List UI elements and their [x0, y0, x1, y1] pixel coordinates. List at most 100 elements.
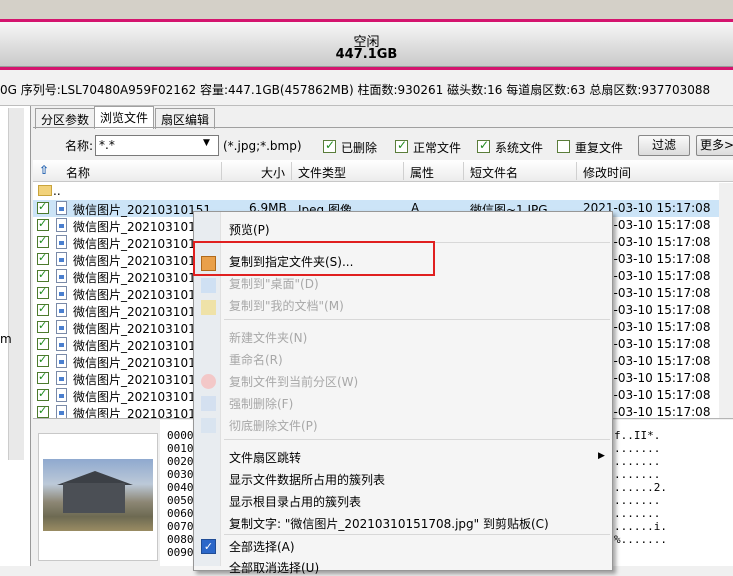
- row-file-name: 微信图片_2021031015: [73, 339, 204, 353]
- menu-item-select-all[interactable]: 全部选择(A): [229, 538, 295, 555]
- hex-offset: 0030: [167, 468, 194, 481]
- jpeg-file-icon: [56, 201, 67, 215]
- duplicate-files-checkbox[interactable]: [557, 140, 570, 153]
- tree-fragment-text: m: [0, 332, 12, 346]
- hex-ascii: .......: [614, 455, 661, 468]
- tree-scrollbar[interactable]: [8, 108, 24, 460]
- jpeg-file-icon: [56, 303, 67, 317]
- system-files-checkbox[interactable]: [477, 138, 490, 153]
- folder-icon: [38, 185, 52, 196]
- filter-button[interactable]: 过滤: [638, 135, 690, 156]
- row-checkbox[interactable]: [37, 319, 49, 333]
- jpeg-file-icon: [56, 235, 67, 249]
- row-file-name: 微信图片_2021031015: [73, 271, 204, 285]
- normal-files-checkbox[interactable]: [395, 138, 408, 153]
- tab-sector-edit[interactable]: 扇区编辑: [155, 108, 216, 129]
- jpeg-file-icon: [56, 354, 67, 368]
- hex-offset: 0060: [167, 507, 194, 520]
- image-preview-thumbnail: [43, 459, 153, 531]
- deleted-checkbox-label: 已删除: [341, 141, 378, 155]
- documents-icon: [201, 300, 216, 315]
- duplicate-files-checkbox-label: 重复文件: [575, 141, 624, 155]
- row-checkbox[interactable]: [37, 200, 49, 214]
- row-file-name: 微信图片_2021031015: [73, 288, 204, 302]
- row-checkbox[interactable]: [37, 268, 49, 282]
- normal-files-checkbox-label: 正常文件: [413, 141, 462, 155]
- system-files-checkbox-label: 系统文件: [495, 141, 544, 155]
- filter-extensions: (*.jpg;*.bmp): [223, 139, 302, 153]
- row-checkbox[interactable]: [37, 353, 49, 367]
- menu-item-copy-to-partition[interactable]: 复制文件到当前分区(W): [229, 373, 358, 390]
- hex-ascii: .......: [614, 507, 661, 520]
- jpeg-file-icon: [56, 405, 67, 419]
- up-arrow-icon[interactable]: ⇧: [39, 163, 49, 177]
- hex-offset: 0000: [167, 429, 194, 442]
- jpeg-file-icon: [56, 286, 67, 300]
- row-checkbox[interactable]: [37, 404, 49, 418]
- file-list-scrollbar[interactable]: [719, 183, 733, 418]
- menu-item-copy-to-documents[interactable]: 复制到"我的文档"(M): [229, 297, 344, 314]
- submenu-arrow-icon: ▶: [598, 451, 605, 461]
- hex-offset: 0040: [167, 481, 194, 494]
- row-checkbox[interactable]: [37, 387, 49, 401]
- col-modified[interactable]: 修改时间: [583, 164, 631, 181]
- hex-ascii: .......: [614, 494, 661, 507]
- jpeg-file-icon: [56, 252, 67, 266]
- hex-ascii: ......2.: [614, 481, 667, 494]
- row-checkbox[interactable]: [37, 234, 49, 248]
- menu-item-sector-jump[interactable]: 文件扇区跳转: [229, 449, 301, 466]
- more-button[interactable]: 更多>>: [696, 135, 733, 156]
- parent-dir-row[interactable]: ..: [33, 183, 733, 200]
- col-type[interactable]: 文件类型: [298, 164, 346, 181]
- row-file-name: 微信图片_2021031015: [73, 373, 204, 387]
- menu-item-permanent-delete[interactable]: 彻底删除文件(P): [229, 417, 318, 434]
- select-all-icon: ✓: [201, 539, 216, 554]
- jpeg-file-icon: [56, 320, 67, 334]
- parent-dir-label: ..: [53, 184, 61, 198]
- hex-offset: 0020: [167, 455, 194, 468]
- row-file-name: 微信图片_2021031015: [73, 356, 204, 370]
- disk-info-text: 0G 序列号:LSL70480A959F02162 容量:447.1GB(457…: [0, 83, 711, 97]
- col-short-name[interactable]: 短文件名: [470, 164, 518, 181]
- row-checkbox[interactable]: [37, 336, 49, 350]
- row-checkbox[interactable]: [37, 251, 49, 265]
- menu-item-file-cluster-list[interactable]: 显示文件数据所占用的簇列表: [229, 471, 385, 488]
- jpeg-file-icon: [56, 371, 67, 385]
- col-separator: [576, 162, 577, 180]
- tab-browse-files[interactable]: 浏览文件: [94, 106, 155, 129]
- row-checkbox[interactable]: [37, 370, 49, 384]
- col-attr[interactable]: 属性: [410, 164, 434, 181]
- name-filter-combo[interactable]: *.*: [95, 135, 219, 156]
- file-list-header: ⇧ 名称 大小 文件类型 属性 短文件名 修改时间: [33, 160, 733, 182]
- copy-to-partition-icon: [201, 374, 216, 389]
- row-checkbox[interactable]: [37, 285, 49, 299]
- tab-partition-params[interactable]: 分区参数: [35, 108, 96, 129]
- menu-separator: [224, 319, 610, 320]
- row-file-name: 微信图片_2021031015: [73, 254, 204, 268]
- menu-item-preview[interactable]: 预览(P): [229, 221, 270, 238]
- menu-item-deselect-all[interactable]: 全部取消选择(U): [229, 559, 319, 576]
- hex-offset: 0090: [167, 546, 194, 559]
- dropdown-arrow-icon[interactable]: ▼: [203, 138, 217, 148]
- col-size[interactable]: 大小: [261, 164, 285, 181]
- menu-item-rename[interactable]: 重命名(R): [229, 351, 283, 368]
- menu-item-root-cluster-list[interactable]: 显示根目录占用的簇列表: [229, 493, 361, 510]
- name-filter-label: 名称:: [65, 139, 94, 153]
- annotation-highlight-box: [193, 241, 435, 276]
- col-name[interactable]: 名称: [66, 164, 90, 181]
- row-checkbox[interactable]: [37, 302, 49, 316]
- menu-item-force-delete[interactable]: 强制删除(F): [229, 395, 293, 412]
- force-delete-icon: [201, 396, 216, 411]
- col-separator: [221, 162, 222, 180]
- col-separator: [403, 162, 404, 180]
- jpeg-file-icon: [56, 269, 67, 283]
- disk-free-size: 447.1GB: [335, 47, 398, 62]
- row-file-name: 微信图片_2021031015: [73, 305, 204, 319]
- deleted-checkbox[interactable]: [323, 138, 336, 153]
- menu-item-copy-text[interactable]: 复制文字: "微信图片_20210310151708.jpg" 到剪贴板(C): [229, 515, 549, 532]
- row-file-name: 微信图片_2021031015: [73, 237, 204, 251]
- hex-offset: 0070: [167, 520, 194, 533]
- menu-item-new-folder[interactable]: 新建文件夹(N): [229, 329, 307, 346]
- menu-item-copy-to-desktop[interactable]: 复制到"桌面"(D): [229, 275, 319, 292]
- row-checkbox[interactable]: [37, 217, 49, 231]
